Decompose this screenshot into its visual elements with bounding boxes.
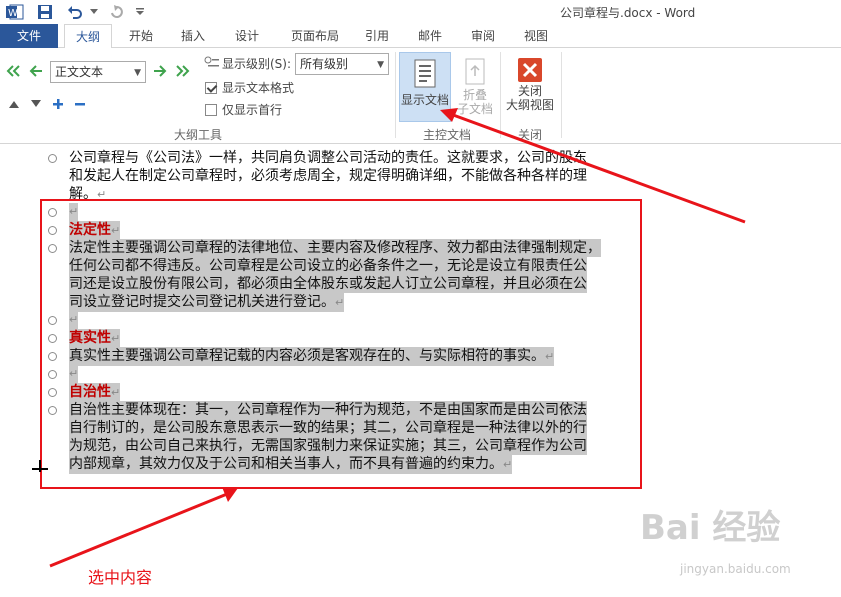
arrow-to-selection (49, 490, 233, 568)
annotation-label: 选中内容 (88, 568, 153, 587)
arrow-to-show-document (444, 110, 746, 224)
watermark-logo: Bai 经验 (640, 508, 781, 548)
watermark-url: jingyan.baidu.com (680, 562, 791, 576)
